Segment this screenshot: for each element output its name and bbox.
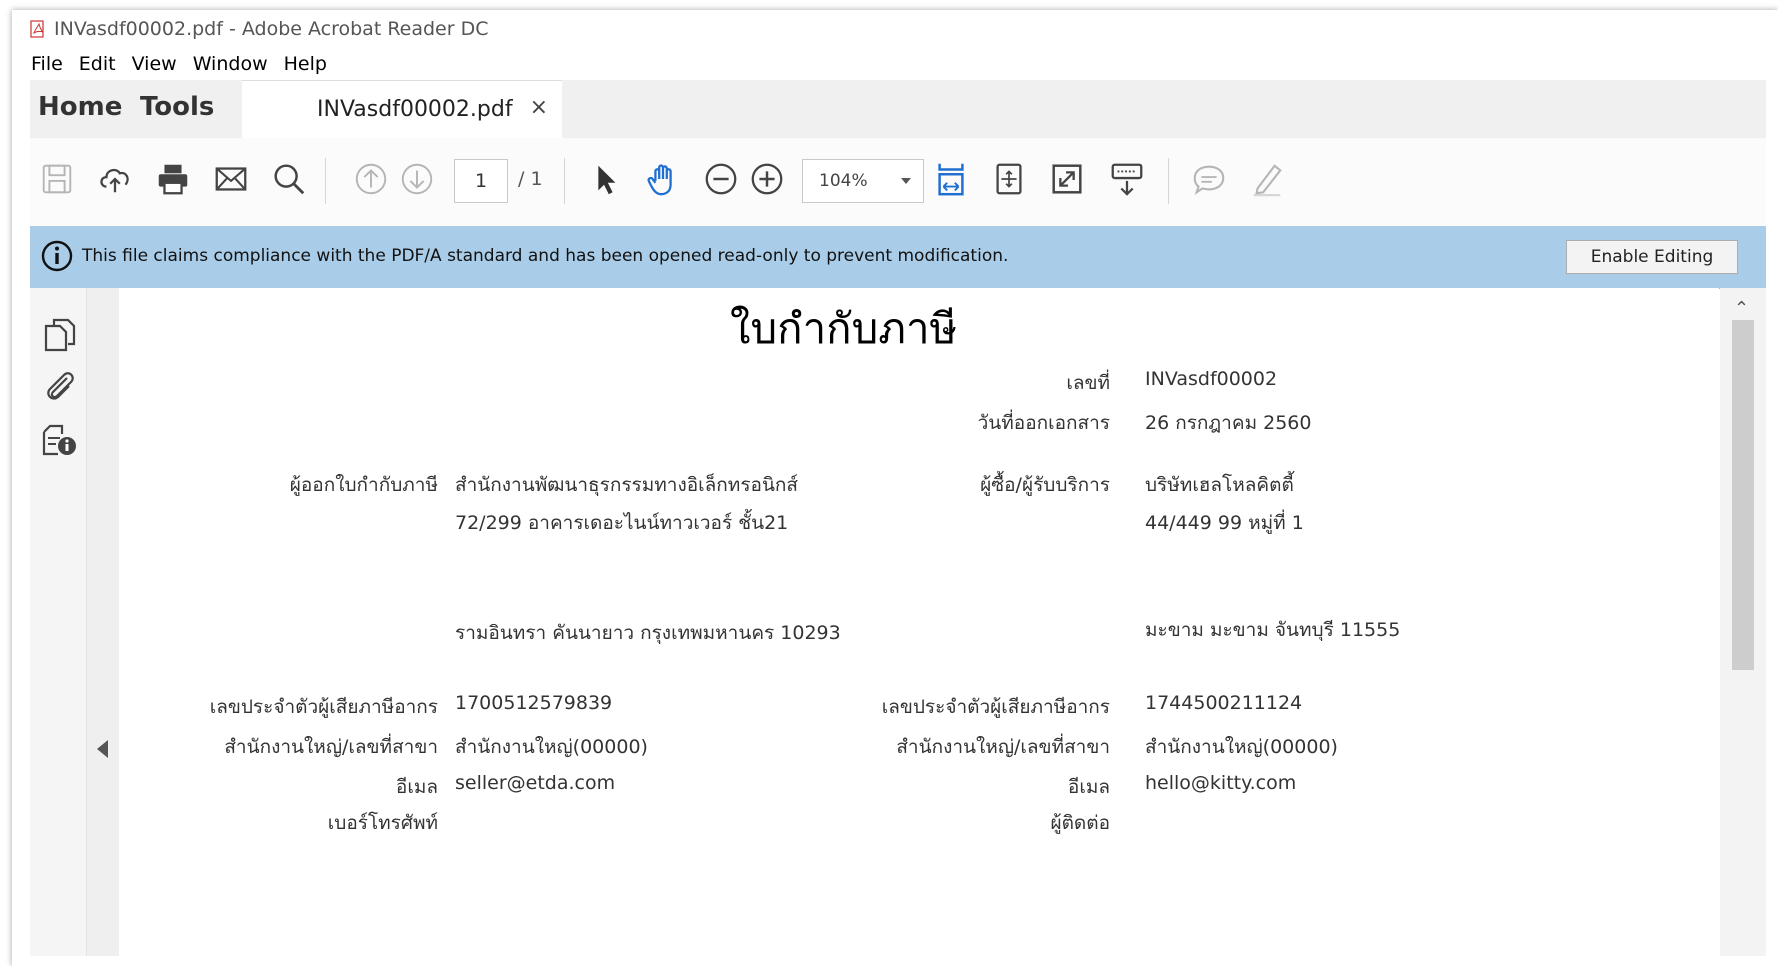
buyer-email-label: อีเมล bbox=[1067, 776, 1110, 798]
issue-date-value: 26 กรกฎาคม 2560 bbox=[1145, 412, 1312, 434]
info-message: This file claims compliance with the PDF… bbox=[82, 246, 1009, 266]
menu-help[interactable]: Help bbox=[284, 53, 327, 75]
vertical-scrollbar[interactable]: ⌃ bbox=[1720, 288, 1766, 956]
invoice-number-value: INVasdf00002 bbox=[1145, 368, 1278, 390]
hand-tool-icon[interactable] bbox=[640, 156, 686, 202]
zoom-level-value: 104% bbox=[819, 171, 868, 191]
attachment-icon[interactable] bbox=[40, 366, 80, 406]
scroll-thumb[interactable] bbox=[1732, 320, 1754, 670]
buyer-branch-value: สำนักงานใหญ่(00000) bbox=[1145, 736, 1338, 758]
buyer-tax-id-label: เลขประจำตัวผู้เสียภาษีอากร bbox=[881, 696, 1110, 718]
seller-tax-id-value: 1700512579839 bbox=[455, 692, 613, 714]
search-icon[interactable] bbox=[266, 156, 312, 202]
enable-editing-button[interactable]: Enable Editing bbox=[1566, 240, 1738, 274]
toolbar-separator bbox=[1168, 158, 1169, 204]
buyer-address-line1: 44/449 99 หมู่ที่ 1 bbox=[1145, 512, 1304, 534]
scrolling-mode-icon[interactable] bbox=[1104, 156, 1150, 202]
buyer-address-line2: มะขาม มะขาม จันทบุรี 11555 bbox=[1145, 619, 1401, 641]
document-page bbox=[119, 288, 1719, 956]
close-tab-icon[interactable]: × bbox=[530, 95, 548, 120]
buyer-email-value: hello@kitty.com bbox=[1145, 772, 1297, 794]
seller-label: ผู้ออกใบกำกับภาษี bbox=[289, 474, 438, 496]
buyer-contact-label: ผู้ติดต่อ bbox=[1050, 812, 1110, 834]
tab-home[interactable]: Home bbox=[38, 92, 122, 122]
menu-edit[interactable]: Edit bbox=[79, 53, 116, 75]
collapse-pane-arrow-icon[interactable] bbox=[97, 740, 108, 758]
menu-bar: File Edit View Window Help bbox=[12, 48, 1778, 80]
scroll-up-arrow-icon[interactable]: ⌃ bbox=[1734, 298, 1749, 319]
tab-tools[interactable]: Tools bbox=[140, 92, 214, 122]
zoom-out-icon[interactable] bbox=[698, 156, 744, 202]
invoice-number-label: เลขที่ bbox=[1066, 372, 1110, 394]
document-title: ใบกำกับภาษี bbox=[730, 304, 958, 353]
seller-phone-label: เบอร์โทรศัพท์ bbox=[327, 812, 438, 834]
title-bar: INVasdf00002.pdf - Adobe Acrobat Reader … bbox=[12, 10, 1778, 48]
menu-file[interactable]: File bbox=[31, 53, 63, 75]
buyer-tax-id-value: 1744500211124 bbox=[1145, 692, 1303, 714]
toolbar-separator bbox=[564, 158, 565, 204]
issue-date-label: วันที่ออกเอกสาร bbox=[977, 412, 1110, 434]
info-icon bbox=[40, 239, 74, 273]
pdfa-info-bar: This file claims compliance with the PDF… bbox=[30, 226, 1766, 289]
buyer-name: บริษัทเฮลโหลคิตตี้ bbox=[1145, 474, 1294, 496]
print-icon[interactable] bbox=[150, 156, 196, 202]
page-number-input[interactable]: 1 bbox=[454, 159, 508, 203]
comment-icon[interactable] bbox=[1186, 156, 1232, 202]
menu-window[interactable]: Window bbox=[193, 53, 268, 75]
select-cursor-icon[interactable] bbox=[582, 156, 628, 202]
seller-branch-label: สำนักงานใหญ่/เลขที่สาขา bbox=[224, 736, 438, 758]
pdf-file-icon bbox=[30, 20, 46, 38]
fit-width-icon[interactable] bbox=[928, 156, 974, 202]
window-title: INVasdf00002.pdf - Adobe Acrobat Reader … bbox=[54, 18, 489, 40]
navigation-pane bbox=[30, 288, 87, 956]
cloud-upload-icon[interactable] bbox=[92, 156, 138, 202]
toolbar-separator bbox=[325, 158, 326, 204]
save-icon[interactable] bbox=[34, 156, 80, 202]
document-properties-icon[interactable] bbox=[40, 418, 80, 458]
zoom-in-icon[interactable] bbox=[744, 156, 790, 202]
seller-address-line2: รามอินทรา คันนายาว กรุงเทพมหานคร 10293 bbox=[455, 622, 841, 644]
buyer-branch-label: สำนักงานใหญ่/เลขที่สาขา bbox=[896, 736, 1110, 758]
seller-tax-id-label: เลขประจำตัวผู้เสียภาษีอากร bbox=[209, 696, 438, 718]
previous-page-icon[interactable] bbox=[348, 156, 394, 202]
seller-name: สำนักงานพัฒนาธุรกรรมทางอิเล็กทรอนิกส์ bbox=[455, 474, 799, 496]
rotate-page-icon[interactable] bbox=[986, 156, 1032, 202]
seller-branch-value: สำนักงานใหญ่(00000) bbox=[455, 736, 648, 758]
menu-view[interactable]: View bbox=[132, 53, 177, 75]
next-page-icon[interactable] bbox=[394, 156, 440, 202]
full-screen-icon[interactable] bbox=[1044, 156, 1090, 202]
tab-bar: Home Tools INVasdf00002.pdf × bbox=[30, 80, 1766, 139]
toolbar: 1 / 1 104% bbox=[30, 138, 1766, 227]
highlight-pen-icon[interactable] bbox=[1244, 156, 1290, 202]
page-total: / 1 bbox=[518, 168, 543, 190]
seller-email-label: อีเมล bbox=[395, 776, 438, 798]
buyer-label: ผู้ซื้อ/ผู้รับบริการ bbox=[980, 474, 1110, 496]
chevron-down-icon bbox=[901, 178, 911, 184]
email-icon[interactable] bbox=[208, 156, 254, 202]
tab-document[interactable]: INVasdf00002.pdf × bbox=[242, 80, 562, 139]
page-thumbnails-icon[interactable] bbox=[40, 314, 80, 354]
pane-collapse-bar bbox=[87, 288, 119, 956]
document-tab-label: INVasdf00002.pdf bbox=[317, 97, 513, 122]
seller-address-line1: 72/299 อาคารเดอะไนน์ทาวเวอร์ ชั้น21 bbox=[455, 512, 789, 534]
zoom-level-dropdown[interactable]: 104% bbox=[802, 159, 924, 203]
seller-email-value: seller@etda.com bbox=[455, 772, 616, 794]
